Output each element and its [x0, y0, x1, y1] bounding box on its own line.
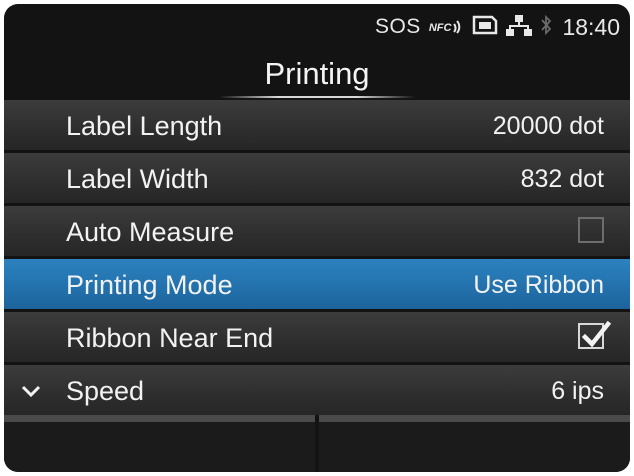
- setting-value: 20000 dot: [492, 112, 604, 140]
- setting-label: Auto Measure: [66, 217, 235, 247]
- printer-display: SOS NFC 18:40 Printing Label Length 2000…: [4, 4, 630, 472]
- ribbon-near-end-checkbox[interactable]: [578, 320, 612, 349]
- setting-value: 6 ips: [551, 377, 604, 405]
- clock: 18:40: [562, 13, 620, 40]
- softkey-right[interactable]: [319, 415, 630, 472]
- nfc-icon: NFC: [429, 20, 465, 34]
- setting-row-label-length[interactable]: Label Length 20000 dot: [4, 100, 630, 150]
- setting-row-auto-measure[interactable]: Auto Measure: [4, 206, 630, 256]
- status-bar: SOS NFC 18:40: [4, 4, 630, 48]
- bluetooth-icon: [540, 14, 552, 41]
- setting-value: 832 dot: [520, 165, 604, 193]
- setting-label: Speed: [66, 376, 145, 406]
- softkey-bar: [4, 415, 630, 472]
- setting-label: Label Length: [66, 111, 223, 141]
- title-divider: [219, 96, 415, 98]
- setting-label: Printing Mode: [66, 270, 233, 300]
- sos-indicator: SOS: [374, 15, 421, 38]
- network-icon: [506, 14, 533, 41]
- checkmark-icon: [581, 320, 612, 348]
- status-icons: SOS NFC 18:40: [375, 12, 620, 42]
- setting-row-printing-mode[interactable]: Printing Mode Use Ribbon: [4, 259, 630, 309]
- setting-row-label-width[interactable]: Label Width 832 dot: [4, 153, 630, 203]
- page-title: Printing: [264, 56, 370, 91]
- sd-card-icon: [472, 14, 498, 41]
- auto-measure-checkbox[interactable]: [578, 217, 604, 243]
- softkey-left[interactable]: [4, 415, 315, 472]
- chevron-down-icon[interactable]: [18, 378, 44, 404]
- settings-list: Label Length 20000 dot Label Width 832 d…: [4, 100, 630, 418]
- setting-value: Use Ribbon: [473, 271, 604, 299]
- nfc-label: NFC: [428, 22, 452, 34]
- setting-label: Label Width: [66, 164, 209, 194]
- setting-row-ribbon-near-end[interactable]: Ribbon Near End: [4, 312, 630, 362]
- setting-row-speed[interactable]: Speed 6 ips: [4, 365, 630, 415]
- setting-label: Ribbon Near End: [66, 323, 274, 353]
